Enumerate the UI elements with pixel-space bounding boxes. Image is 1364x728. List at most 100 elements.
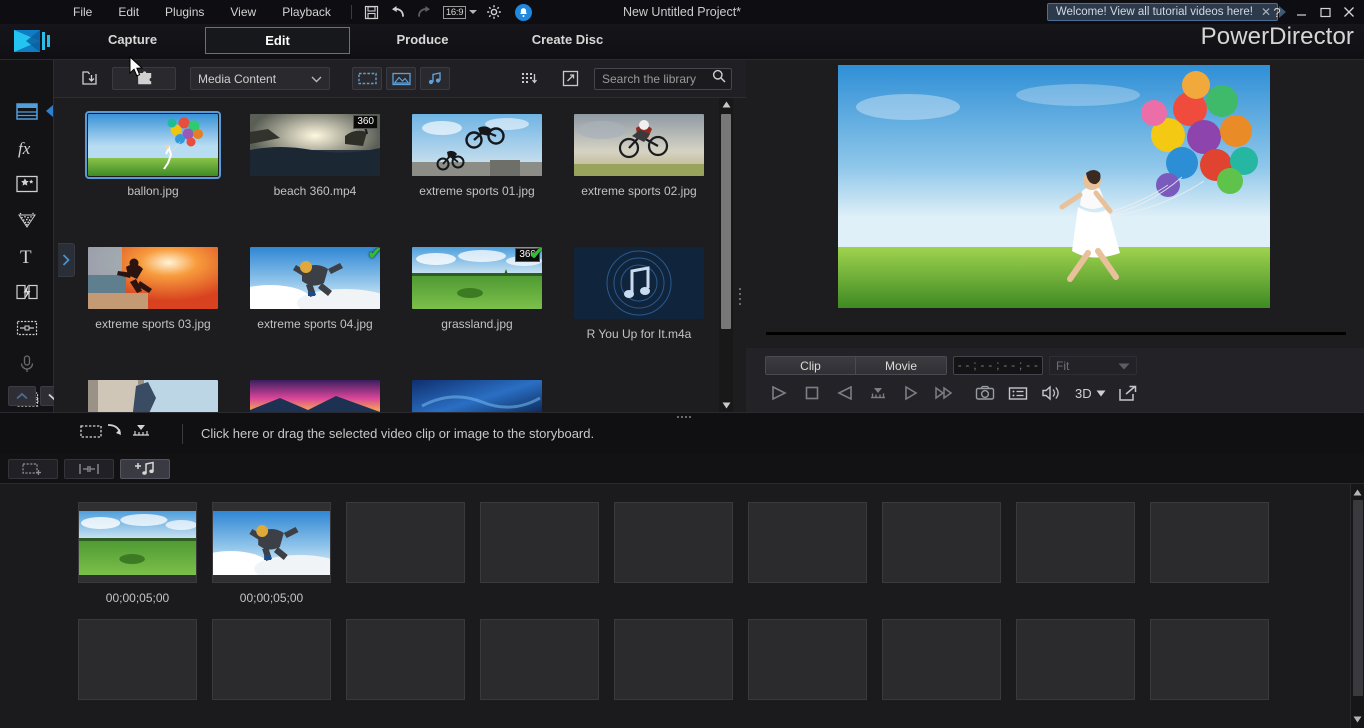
trim-button[interactable] — [64, 459, 114, 479]
library-item-thumbnail[interactable] — [574, 114, 704, 176]
storyboard-cell[interactable] — [1016, 502, 1150, 605]
popout-window-icon[interactable] — [1112, 380, 1145, 406]
menu-edit[interactable]: Edit — [105, 0, 152, 24]
library-item[interactable]: 360 beach 360.mp4 — [234, 106, 396, 239]
sidebar-item-pip-objects-room[interactable] — [0, 168, 54, 199]
storyboard-view-button[interactable] — [8, 459, 58, 479]
marker-button[interactable] — [861, 380, 894, 406]
storyboard-empty-slot[interactable] — [346, 619, 465, 700]
preview-stage[interactable] — [838, 65, 1270, 308]
storyboard-empty-slot[interactable] — [882, 619, 1001, 700]
storyboard-add-button[interactable] — [80, 423, 152, 444]
preview-fit-select[interactable]: Fit — [1049, 356, 1137, 375]
storyboard-cell[interactable] — [1016, 619, 1150, 700]
import-media-icon[interactable] — [72, 67, 106, 90]
library-item[interactable]: extreme sports 01.jpg — [396, 106, 558, 239]
maximize-icon[interactable] — [1314, 1, 1336, 23]
library-item[interactable] — [234, 372, 396, 412]
sidebar-item-media-room[interactable] — [0, 96, 54, 127]
panel-expand-button[interactable] — [58, 243, 75, 277]
storyboard-cell[interactable] — [1150, 619, 1284, 700]
library-item-thumbnail[interactable]: 360 — [250, 114, 380, 176]
sidebar-item-voice-over-room[interactable] — [0, 348, 54, 379]
library-item-thumbnail[interactable] — [574, 247, 704, 319]
sidebar-item-transition-room[interactable] — [0, 276, 54, 307]
library-item-thumbnail[interactable]: 360 ✔ — [412, 247, 542, 309]
next-frame-button[interactable] — [894, 380, 927, 406]
tutorial-banner[interactable]: Welcome! View all tutorial videos here! … — [1047, 3, 1278, 21]
library-item[interactable]: ✔ extreme sports 04.jpg — [234, 239, 396, 372]
fast-forward-button[interactable] — [927, 380, 960, 406]
library-item-thumbnail[interactable] — [412, 114, 542, 176]
playback-list-button[interactable] — [1001, 380, 1034, 406]
clip-mode-button[interactable]: Clip — [765, 356, 856, 375]
library-item[interactable]: 360 ✔ grassland.jpg — [396, 239, 558, 372]
storyboard-cell[interactable] — [78, 619, 212, 700]
snapshot-button[interactable] — [968, 380, 1001, 406]
library-item[interactable] — [72, 372, 234, 412]
expand-panel-icon[interactable] — [553, 67, 587, 90]
rail-scroll-up-button[interactable] — [8, 386, 36, 406]
storyboard-empty-slot[interactable] — [614, 502, 733, 583]
storyboard-scrollbar[interactable] — [1350, 484, 1364, 728]
library-item-thumbnail[interactable] — [250, 380, 380, 412]
library-item[interactable]: extreme sports 03.jpg — [72, 239, 234, 372]
sidebar-item-effect-room[interactable]: fx — [0, 132, 54, 163]
storyboard-empty-slot[interactable] — [1016, 619, 1135, 700]
storyboard-cell[interactable] — [212, 619, 346, 700]
menu-playback[interactable]: Playback — [269, 0, 344, 24]
three-d-toggle[interactable]: 3D — [1075, 386, 1106, 401]
storyboard-cell[interactable] — [882, 502, 1016, 605]
library-item-thumbnail[interactable] — [88, 380, 218, 412]
filter-video-button[interactable] — [352, 67, 382, 90]
storyboard-cell[interactable]: 00;00;05;00 — [78, 502, 212, 605]
sidebar-item-title-room[interactable]: T — [0, 240, 54, 271]
storyboard-cell[interactable] — [882, 619, 1016, 700]
storyboard-thumbnail[interactable] — [212, 502, 331, 583]
library-scroll-up-button[interactable] — [719, 98, 733, 111]
close-icon[interactable] — [1338, 1, 1360, 23]
help-icon[interactable]: ? — [1266, 1, 1288, 23]
previous-frame-button[interactable] — [828, 380, 861, 406]
library-item[interactable]: ballon.jpg — [72, 106, 234, 239]
storyboard-cell[interactable] — [748, 502, 882, 605]
storyboard-cell[interactable] — [480, 619, 614, 700]
storyboard-empty-slot[interactable] — [882, 502, 1001, 583]
play-button[interactable] — [762, 380, 795, 406]
menu-plugins[interactable]: Plugins — [152, 0, 217, 24]
library-content-select[interactable]: Media Content — [190, 67, 330, 90]
library-item-thumbnail[interactable] — [88, 114, 218, 176]
storyboard-empty-slot[interactable] — [480, 502, 599, 583]
preview-timecode[interactable]: - - ; - - ; - - ; - - — [953, 356, 1043, 375]
undo-icon[interactable] — [387, 2, 409, 22]
storyboard-cell[interactable] — [1150, 502, 1284, 605]
library-scroll-thumb[interactable] — [721, 114, 731, 329]
storyboard-cell[interactable]: 00;00;05;00 — [212, 502, 346, 605]
storyboard-empty-slot[interactable] — [1150, 502, 1269, 583]
menu-file[interactable]: File — [60, 0, 105, 24]
storyboard-cell[interactable] — [614, 619, 748, 700]
library-item-thumbnail[interactable]: ✔ — [250, 247, 380, 309]
tab-create-disc[interactable]: Create Disc — [495, 27, 640, 54]
tab-capture[interactable]: Capture — [60, 27, 205, 54]
panel-resize-grip[interactable] — [733, 282, 746, 310]
filter-image-button[interactable] — [386, 67, 416, 90]
storyboard-scroll-up-button[interactable] — [1351, 486, 1364, 499]
stop-button[interactable] — [795, 380, 828, 406]
tab-edit[interactable]: Edit — [205, 27, 350, 54]
menu-view[interactable]: View — [217, 0, 269, 24]
save-icon[interactable] — [361, 2, 383, 22]
aspect-ratio-selector[interactable]: 16:9 — [443, 6, 477, 19]
magnifier-icon[interactable] — [712, 69, 726, 88]
search-input[interactable]: Search the library — [594, 68, 732, 90]
storyboard-scroll-down-button[interactable] — [1351, 713, 1364, 726]
storyboard-empty-slot[interactable] — [212, 619, 331, 700]
storyboard-cell[interactable] — [346, 502, 480, 605]
plugin-puzzle-icon[interactable] — [112, 67, 176, 90]
sort-descending-icon[interactable] — [512, 67, 546, 90]
library-item[interactable] — [396, 372, 558, 412]
storyboard-empty-slot[interactable] — [78, 619, 197, 700]
library-item-thumbnail[interactable] — [88, 247, 218, 309]
storyboard-empty-slot[interactable] — [748, 502, 867, 583]
add-music-button[interactable] — [120, 459, 170, 479]
